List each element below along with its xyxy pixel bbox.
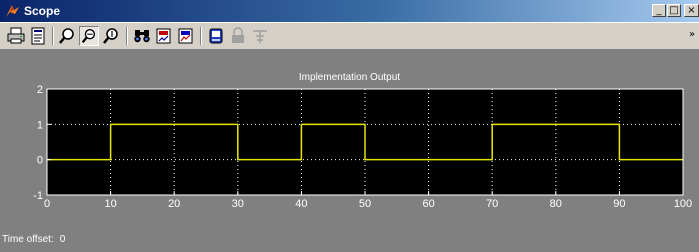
time-offset-readout: Time offset: 0 [2,234,65,245]
y-tick-label: 2 [37,84,43,96]
restore-axes-icon [178,28,193,44]
floating-scope-icon [209,28,223,44]
parameters-button[interactable] [28,26,48,46]
window-title: Scope [24,4,61,18]
zoom-button[interactable] [57,26,77,46]
toolbar-overflow-chevron[interactable]: » [689,29,695,40]
x-tick-label: 40 [295,198,307,210]
toolbar-separator [126,27,128,45]
save-axes-button[interactable] [154,26,174,46]
autoscale-button[interactable] [132,26,152,46]
maximize-button[interactable]: □ [667,4,681,17]
parameters-icon [31,27,45,45]
zoom-x-icon [81,29,96,44]
toolbar-separator [200,27,202,45]
save-axes-icon [156,28,171,44]
signal-selection-icon [253,30,267,43]
close-button[interactable]: × [684,4,699,17]
y-tick-label: -1 [33,190,43,202]
scope-plot[interactable]: 0 10 20 30 40 50 60 70 80 90 100-1012 [0,50,699,252]
x-tick-label: 70 [486,198,498,210]
minimize-button[interactable]: _ [652,4,666,17]
zoom-y-button[interactable] [101,26,121,46]
lock-icon [232,27,244,43]
title-bar[interactable]: Scope _ □ × [0,0,699,22]
lock-button[interactable] [228,26,248,46]
autoscale-icon [134,30,150,43]
floating-scope-button[interactable] [206,26,226,46]
scope-figure: Implementation Output 0 10 20 30 40 50 60 70 80 9… [0,50,699,252]
y-tick-label: 0 [37,155,43,167]
x-tick-label: 20 [168,198,180,210]
toolbar: » [0,22,699,50]
zoom-icon [59,28,74,44]
x-tick-label: 90 [613,198,625,210]
x-tick-label: 50 [359,198,371,210]
toolbar-separator [52,27,54,45]
signal-selection-button[interactable] [250,26,270,46]
time-offset-value: 0 [59,234,66,245]
print-icon [7,27,25,44]
x-tick-label: 80 [550,198,562,210]
x-tick-label: 10 [104,198,116,210]
x-tick-label: 60 [422,198,434,210]
print-button[interactable] [6,26,26,46]
x-tick-label: 100 [674,198,692,210]
simulink-icon [6,5,19,17]
scope-window: Scope _ □ × » Implementation Output 0 10… [0,0,699,252]
y-tick-label: 1 [37,119,43,131]
zoom-y-icon [103,28,118,44]
restore-axes-button[interactable] [176,26,196,46]
time-offset-label: Time offset: [2,234,54,245]
x-tick-label: 30 [232,198,244,210]
zoom-x-button[interactable] [79,26,99,46]
x-tick-label: 0 [44,198,50,210]
